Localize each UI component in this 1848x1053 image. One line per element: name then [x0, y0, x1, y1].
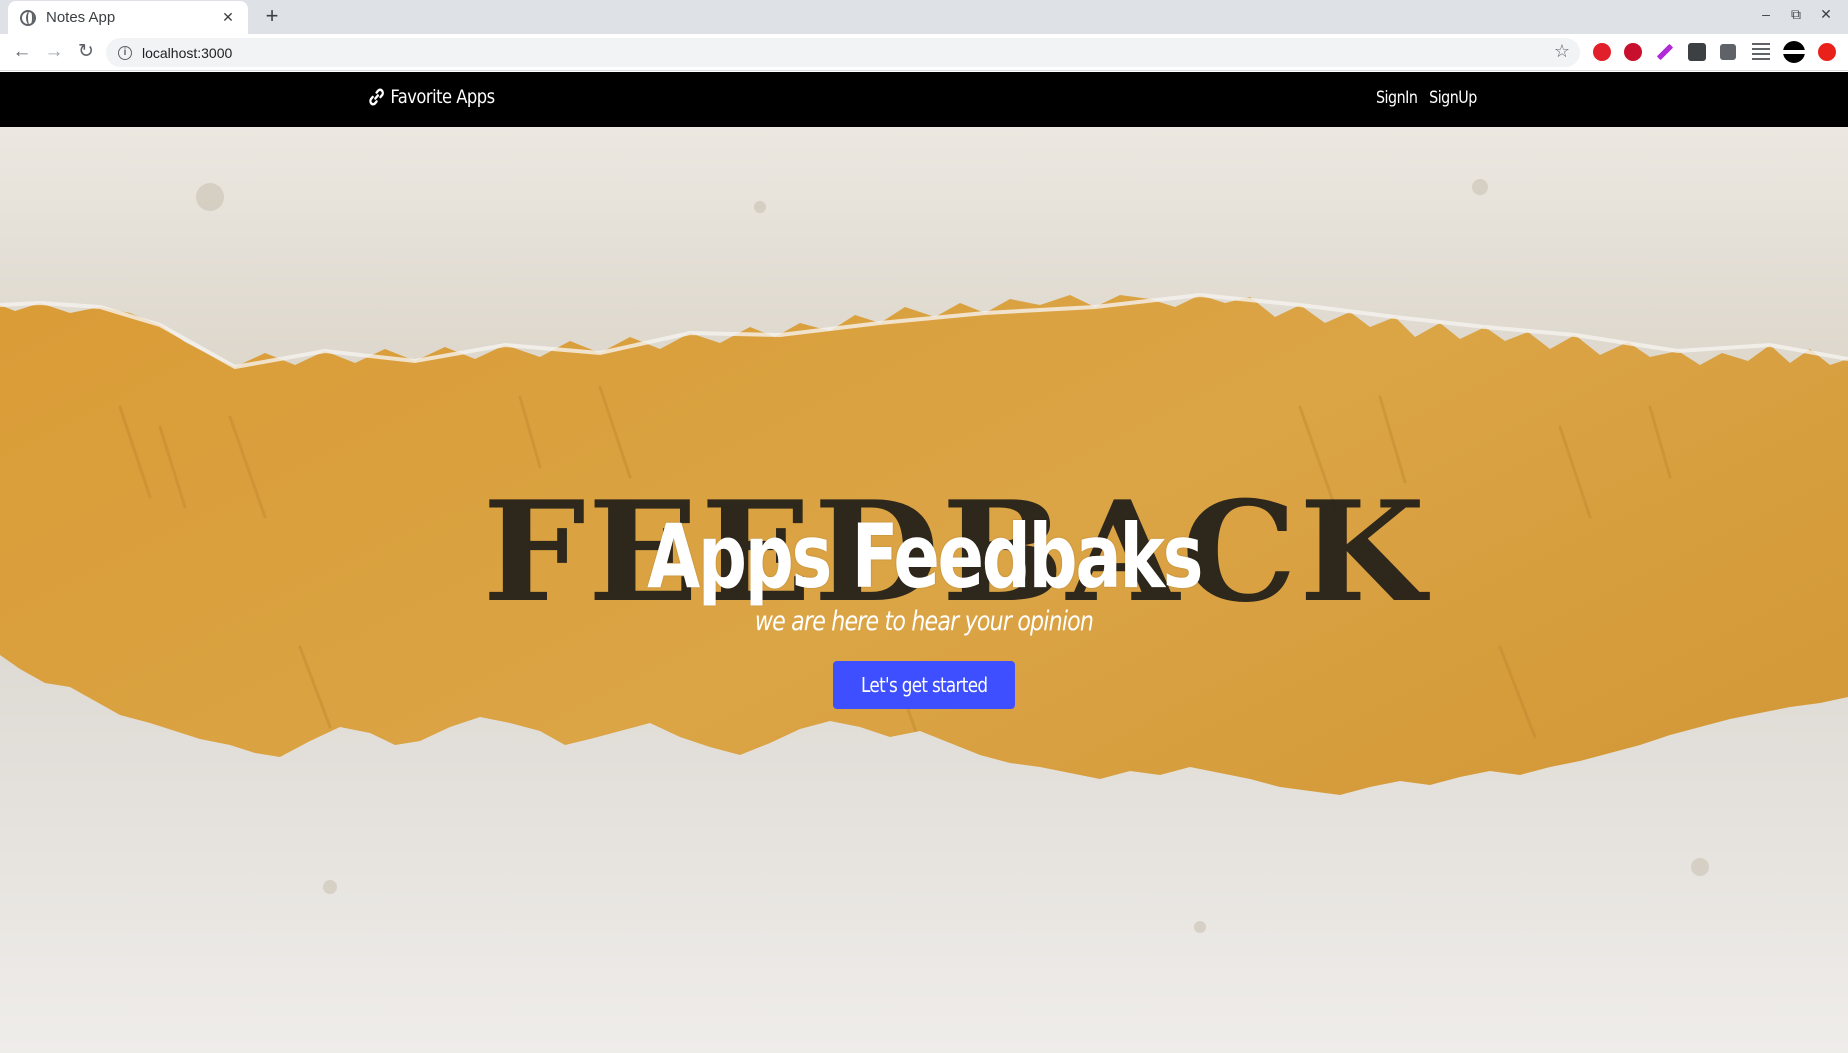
pen-icon[interactable]	[1656, 43, 1674, 61]
url-text: localhost:3000	[142, 44, 233, 61]
minimize-icon[interactable]: –	[1756, 6, 1776, 22]
tab-title: Notes App	[46, 9, 116, 26]
red-extension-icon[interactable]	[1818, 43, 1836, 61]
site-info-icon[interactable]: i	[118, 45, 132, 60]
site-navbar: Favorite Apps SignIn SignUp	[0, 72, 1848, 127]
new-tab-button[interactable]: +	[260, 4, 284, 28]
get-started-label: Let's get started	[860, 673, 988, 697]
browser-toolbar: ← → ↻ i localhost:3000 ☆	[0, 34, 1848, 71]
hero-section: FEEDBACK Apps Feedbaks we are here to he…	[0, 127, 1848, 1053]
eab-icon[interactable]	[1593, 43, 1611, 61]
bookmark-star-icon[interactable]: ☆	[1554, 41, 1570, 62]
puzzle-icon[interactable]	[1720, 44, 1736, 60]
window-close-icon[interactable]: ✕	[1816, 6, 1836, 23]
signup-link[interactable]: SignUp	[1429, 88, 1477, 108]
link-icon	[369, 88, 384, 106]
restore-icon[interactable]: ⧉	[1786, 6, 1806, 23]
brand-name: Favorite Apps	[390, 86, 495, 108]
hero-content: Apps Feedbaks we are here to hear your o…	[0, 507, 1848, 709]
abp-icon[interactable]	[1624, 43, 1642, 61]
auth-links: SignIn SignUp	[1376, 88, 1477, 108]
tab-close-icon[interactable]: ✕	[220, 9, 236, 26]
forward-icon[interactable]: →	[42, 40, 66, 64]
reload-icon[interactable]: ↻	[74, 40, 98, 64]
address-bar[interactable]: i localhost:3000 ☆	[106, 38, 1580, 67]
browser-tab-strip: Notes App ✕ + – ⧉ ✕	[0, 0, 1848, 34]
dots-icon[interactable]	[1688, 43, 1706, 61]
hero-subtitle: we are here to hear your opinion	[754, 606, 1094, 637]
hero-title: Apps Feedbaks	[646, 505, 1203, 608]
back-icon[interactable]: ←	[10, 40, 34, 64]
queue-icon[interactable]	[1752, 43, 1770, 61]
brand-link[interactable]: Favorite Apps	[368, 86, 495, 108]
signin-link[interactable]: SignIn	[1376, 88, 1418, 108]
globe-icon	[20, 9, 36, 26]
get-started-button[interactable]: Let's get started	[832, 661, 1016, 709]
browser-tab[interactable]: Notes App ✕	[8, 1, 248, 34]
profile-icon[interactable]	[1783, 41, 1805, 63]
